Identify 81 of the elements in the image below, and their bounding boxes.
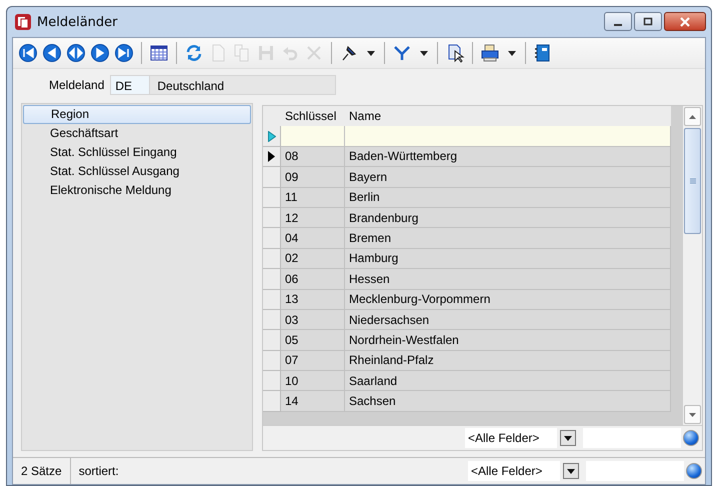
current-row-icon — [268, 150, 275, 162]
sort-label: sortiert: — [78, 463, 120, 480]
minimize-icon — [614, 24, 622, 26]
table-cell: 02 — [281, 248, 345, 270]
row-header[interactable] — [263, 146, 281, 168]
maximize-icon — [643, 16, 653, 26]
search-button[interactable] — [683, 430, 699, 446]
table-cell: 08 — [281, 146, 345, 168]
table-cell: 07 — [281, 350, 345, 372]
table-cell: Berlin — [345, 188, 671, 208]
sidebar-item[interactable]: Stat. Schlüssel Eingang — [23, 143, 251, 162]
sidebar-item[interactable]: Elektronische Meldung — [23, 181, 251, 200]
sidebar-item[interactable]: Stat. Schlüssel Ausgang — [23, 162, 251, 181]
column-header[interactable]: Schlüssel — [281, 106, 345, 126]
minimize-button[interactable] — [604, 12, 632, 31]
save-icon — [256, 43, 276, 63]
table-cell: 06 — [281, 269, 345, 290]
field-dropdown[interactable]: <Alle Felder> — [468, 461, 560, 481]
refresh-icon — [184, 43, 204, 63]
table-cell: Bayern — [345, 167, 671, 188]
table-cell: Nordrhein-Westfalen — [345, 330, 671, 351]
sidebar-item[interactable]: Region — [23, 105, 251, 124]
new-row-icon — [268, 130, 276, 142]
table-cell: 10 — [281, 371, 345, 392]
caret-icon — [567, 468, 575, 474]
navigation-button[interactable] — [18, 42, 38, 64]
maximize-button[interactable] — [634, 12, 662, 31]
navigation-button[interactable] — [42, 42, 62, 64]
column-header[interactable]: Name — [345, 106, 671, 126]
record-count: 2 Sätze — [13, 458, 71, 484]
navigation-button[interactable] — [66, 42, 86, 64]
caret-icon — [508, 50, 516, 56]
table-cell: Brandenburg — [345, 208, 671, 228]
caret-icon — [564, 436, 572, 440]
navigation-button[interactable] — [90, 42, 110, 64]
previous-icon — [42, 43, 62, 63]
refresh-button[interactable] — [184, 42, 204, 64]
navigation-button[interactable] — [114, 42, 134, 64]
caret-icon — [367, 50, 375, 56]
table-cell: Hamburg — [345, 248, 671, 270]
table-cell: 14 — [281, 391, 345, 412]
window-title: Meldeländer — [37, 14, 118, 30]
table-cell: Baden-Württemberg — [345, 146, 671, 168]
close-button[interactable] — [664, 12, 706, 31]
last-icon — [114, 43, 134, 63]
table-cell: Rheinland-Pfalz — [345, 350, 671, 372]
table-cell: Saarland — [345, 371, 671, 392]
caret-icon — [420, 50, 428, 56]
table-cell: Sachsen — [345, 391, 671, 412]
dropdown-button[interactable] — [560, 430, 576, 446]
app-icon — [14, 13, 32, 31]
close-icon — [679, 16, 691, 26]
code-field[interactable]: DE — [110, 75, 150, 95]
grip-icon — [690, 178, 696, 184]
dropdown-button[interactable] — [563, 463, 579, 479]
field-dropdown[interactable]: <Alle Felder> — [465, 428, 557, 448]
scroll-down-icon — [689, 412, 696, 416]
sidebar-item[interactable]: Geschäftsart — [23, 124, 251, 143]
filter-icon — [392, 43, 412, 63]
scrollbar[interactable] — [683, 106, 702, 425]
table-cell: 12 — [281, 208, 345, 228]
table-cell: Mecklenburg-Vorpommern — [345, 290, 671, 310]
table-cell: 09 — [281, 167, 345, 188]
next-icon — [90, 43, 110, 63]
table-icon — [149, 43, 169, 63]
printer-icon — [480, 43, 500, 63]
scroll-up-icon — [689, 114, 696, 118]
table-cell: 05 — [281, 330, 345, 351]
table-cell: 04 — [281, 228, 345, 249]
first-icon — [18, 43, 38, 63]
field-label: Meldeland — [49, 78, 104, 92]
table-cell: Hessen — [345, 269, 671, 290]
table-cell: 13 — [281, 290, 345, 310]
table-cell — [281, 126, 345, 147]
table-cell: Niedersachsen — [345, 310, 671, 330]
table-cell: 11 — [281, 188, 345, 208]
search-button[interactable] — [686, 463, 702, 479]
table-cell: 03 — [281, 310, 345, 330]
print-button[interactable] — [480, 42, 518, 64]
name-field: Deutschland — [150, 75, 336, 95]
table-cell: Bremen — [345, 228, 671, 249]
